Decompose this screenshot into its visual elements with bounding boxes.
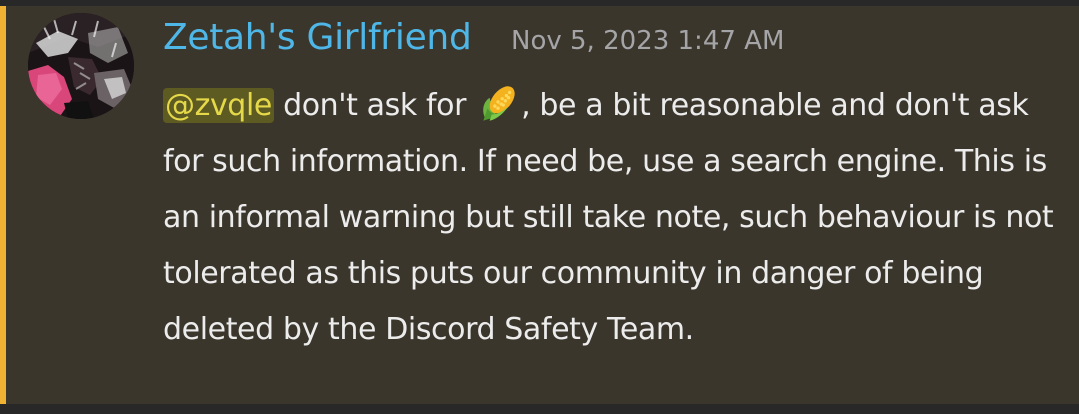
highlighted-message[interactable]: Zetah's Girlfriend Nov 5, 2023 1:47 AM @…: [0, 6, 1079, 404]
message-content: @zvqle don't ask for , be a bit reasonab…: [163, 78, 1063, 358]
avatar-image: [28, 13, 134, 119]
timestamp[interactable]: Nov 5, 2023 1:47 AM: [511, 24, 784, 58]
avatar[interactable]: [28, 13, 134, 119]
message-text-part2: , be a bit reasonable and don't ask for …: [163, 88, 1054, 347]
user-mention[interactable]: @zvqle: [163, 88, 274, 123]
username[interactable]: Zetah's Girlfriend: [163, 16, 472, 60]
message-text-part1: don't ask for: [273, 88, 476, 123]
screenshot-frame: Zetah's Girlfriend Nov 5, 2023 1:47 AM @…: [0, 0, 1079, 414]
corn-emoji[interactable]: [477, 83, 519, 125]
